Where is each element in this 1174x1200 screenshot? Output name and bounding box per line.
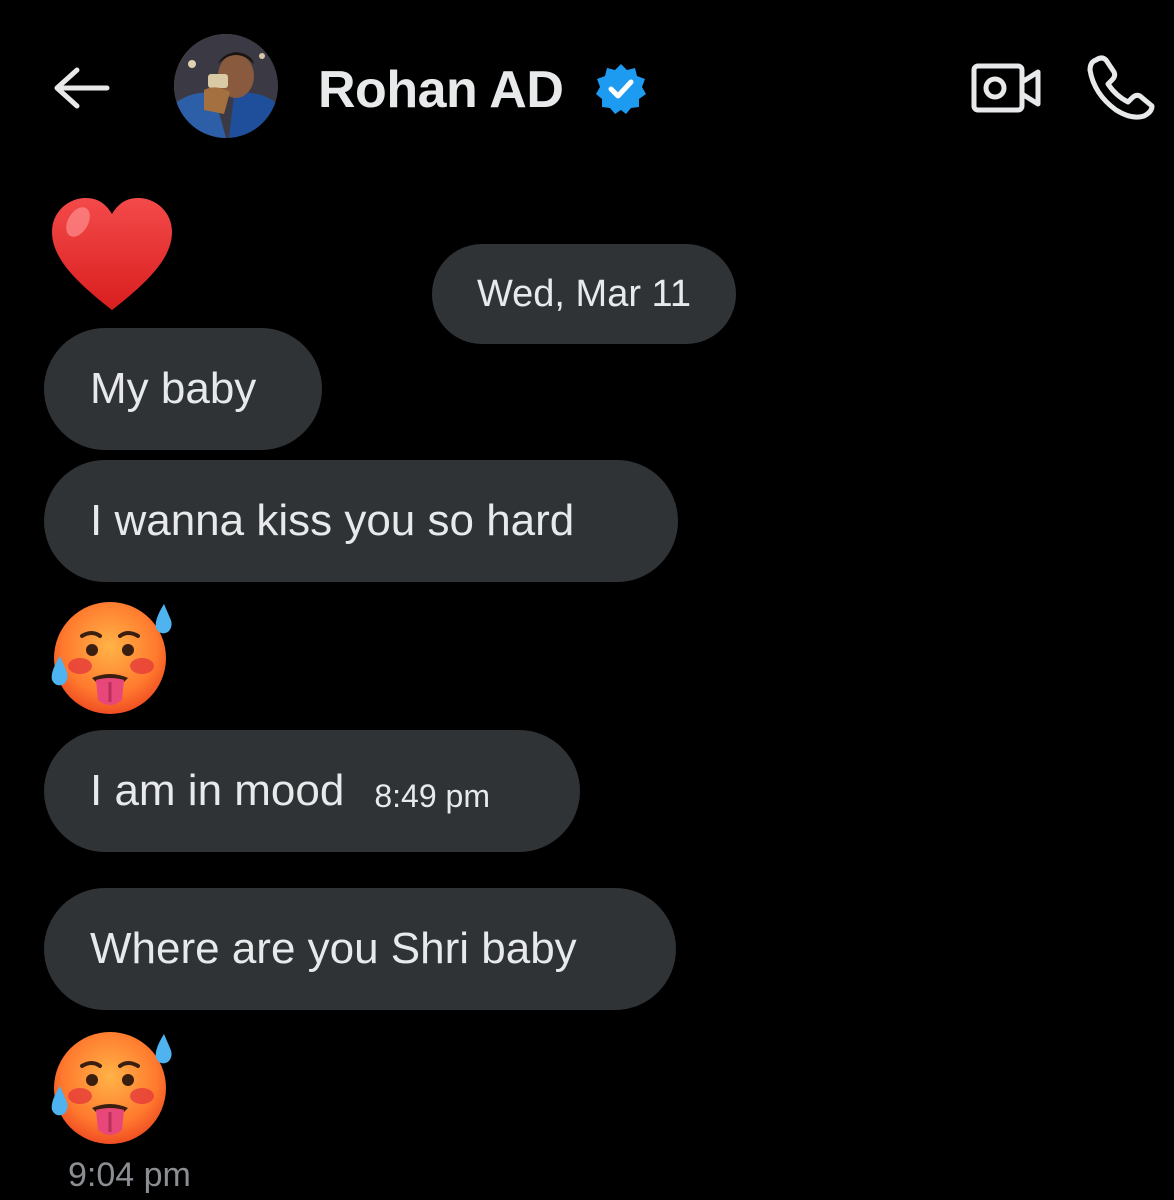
phone-icon xyxy=(1087,55,1155,120)
verified-badge-icon xyxy=(596,64,646,114)
red-heart-emoji xyxy=(52,198,172,310)
message-text: I wanna kiss you so hard xyxy=(90,496,575,545)
chat-header: Rohan AD xyxy=(0,0,1174,180)
video-camera-icon xyxy=(971,63,1041,113)
message-time: 8:49 pm xyxy=(374,777,490,814)
back-button[interactable] xyxy=(48,58,114,118)
voice-call-button[interactable] xyxy=(1082,50,1162,124)
message-bubble[interactable]: My baby xyxy=(44,328,322,450)
hot-face-emoji xyxy=(51,602,172,714)
message-text: I am in mood xyxy=(90,766,345,815)
message-bubble[interactable]: I wanna kiss you so hard xyxy=(44,460,678,582)
message-text: My baby xyxy=(90,364,257,413)
contact-name[interactable]: Rohan AD xyxy=(318,60,564,120)
video-call-button[interactable] xyxy=(968,56,1044,120)
avatar[interactable] xyxy=(174,34,278,138)
message-text: Where are you Shri baby xyxy=(90,924,577,973)
arrow-left-icon xyxy=(54,67,110,109)
message-timestamp: 9:04 pm xyxy=(68,1156,191,1194)
date-separator: Wed, Mar 11 xyxy=(432,244,736,344)
message-bubble[interactable]: I am in mood 8:49 pm xyxy=(44,730,580,852)
hot-face-emoji xyxy=(51,1032,172,1144)
message-bubble[interactable]: Where are you Shri baby xyxy=(44,888,676,1010)
